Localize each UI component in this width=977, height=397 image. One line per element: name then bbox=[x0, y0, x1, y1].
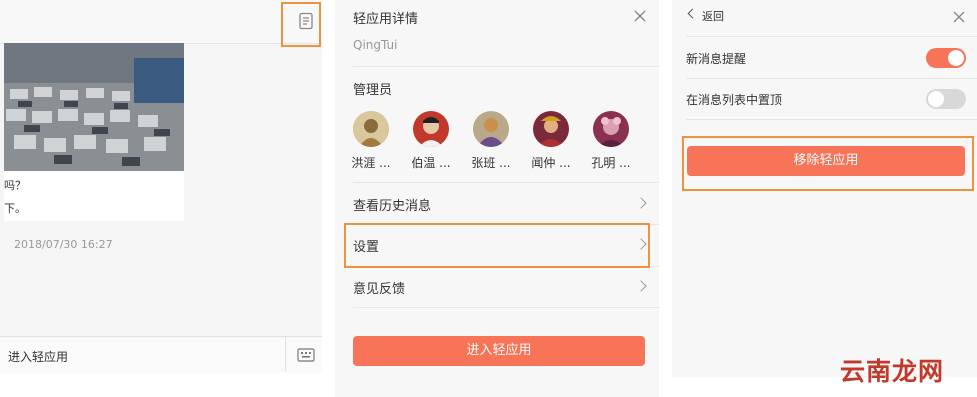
chevron-right-icon bbox=[635, 197, 647, 209]
admin-avatar[interactable] bbox=[593, 111, 629, 147]
detail-title: 轻应用详情 bbox=[353, 12, 419, 27]
back-label: 返回 bbox=[702, 10, 724, 23]
menu-item-history[interactable]: 查看历史消息 bbox=[335, 183, 659, 223]
message-text-line-2: 下。 bbox=[4, 202, 26, 215]
admin-avatar[interactable] bbox=[353, 111, 389, 147]
admin-name: 孔明 ... bbox=[591, 156, 631, 170]
remove-button-highlight bbox=[682, 136, 974, 191]
admin-avatar[interactable] bbox=[533, 111, 569, 147]
admin-name: 伯温 ... bbox=[411, 156, 451, 170]
notify-label: 新消息提醒 bbox=[686, 52, 747, 66]
enter-app-button[interactable]: 进入轻应用 bbox=[353, 336, 645, 366]
admin-name: 闻仲 ... bbox=[531, 156, 571, 170]
chat-bottom-bar: 进入轻应用 bbox=[0, 336, 322, 373]
enter-app-link[interactable]: 进入轻应用 bbox=[8, 348, 68, 365]
admin-avatar[interactable] bbox=[473, 111, 509, 147]
message-timestamp: 2018/07/30 16:27 bbox=[14, 238, 113, 251]
close-icon[interactable] bbox=[953, 8, 965, 23]
toggle-knob bbox=[928, 91, 944, 107]
app-detail-panel: 轻应用详情 QingTui 管理员 洪涯 ... 伯温 ... 张班 ... 闻… bbox=[335, 0, 659, 397]
menu-item-feedback[interactable]: 意见反馈 bbox=[335, 267, 659, 307]
note-icon-highlight bbox=[281, 2, 321, 47]
admin-avatar[interactable] bbox=[413, 111, 449, 147]
chevron-right-icon bbox=[635, 280, 647, 292]
divider bbox=[353, 307, 659, 308]
divider bbox=[353, 66, 659, 67]
divider bbox=[686, 119, 977, 120]
menu-item-label: 意见反馈 bbox=[353, 282, 406, 297]
traffic-photo bbox=[4, 43, 184, 171]
bottom-divider bbox=[285, 337, 286, 371]
toggle-knob bbox=[948, 50, 964, 66]
chat-panel: 吗？ 下。 2018/07/30 16:27 进入轻应用 bbox=[0, 0, 322, 373]
close-icon[interactable] bbox=[633, 8, 647, 22]
menu-item-label: 查看历史消息 bbox=[353, 199, 432, 214]
admins-label: 管理员 bbox=[353, 83, 393, 98]
chat-header bbox=[0, 0, 322, 44]
admin-name: 洪涯 ... bbox=[351, 156, 391, 170]
divider bbox=[686, 36, 977, 37]
watermark-logo: 云南龙网 bbox=[840, 357, 945, 386]
admin-name: 张班 ... bbox=[471, 156, 511, 170]
pin-label: 在消息列表中置顶 bbox=[686, 93, 783, 107]
keyboard-icon[interactable] bbox=[297, 347, 315, 362]
pin-toggle[interactable] bbox=[926, 89, 966, 109]
divider bbox=[686, 78, 977, 79]
app-name: QingTui bbox=[353, 38, 398, 52]
settings-highlight bbox=[344, 223, 650, 268]
message-text-line-1: 吗？ bbox=[4, 179, 26, 192]
chevron-left-icon bbox=[687, 8, 698, 19]
notify-toggle[interactable] bbox=[926, 48, 966, 68]
